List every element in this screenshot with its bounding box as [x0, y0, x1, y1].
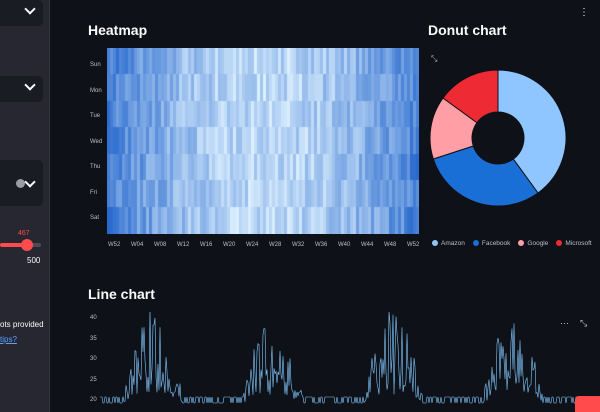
legend-marker [518, 240, 525, 246]
heatmap-y-label: Tue [90, 113, 101, 119]
legend-marker [432, 240, 438, 246]
slider-max: 500 [27, 256, 41, 265]
line-plot[interactable] [92, 312, 582, 412]
sidebar-note: ots provided [0, 320, 44, 329]
legend-label: Google [527, 240, 549, 247]
sidebar-select-2[interactable] [0, 76, 43, 102]
legend-item[interactable]: Microsoft [556, 240, 592, 247]
heatmap-x-label: W24 [246, 242, 259, 248]
heatmap-x-label: W32 [292, 242, 305, 248]
sidebar-multiselect[interactable] [0, 160, 43, 206]
legend-label: Facebook [481, 240, 511, 247]
clear-icon[interactable] [16, 179, 25, 188]
heatmap-x-label: W12 [177, 242, 190, 248]
heatmap-x-label: W04 [131, 242, 144, 248]
donut-legend: Amazon Facebook Google Microsoft [432, 240, 592, 247]
heatmap-x-label: W20 [223, 242, 236, 248]
slider-value: 467 [18, 230, 30, 237]
donut-plot[interactable] [426, 40, 576, 230]
heatmap-title: Heatmap [88, 22, 148, 38]
heatmap-x-label: W16 [200, 242, 213, 248]
heatmap-x-label: W52 [407, 242, 420, 248]
sidebar-link[interactable]: tips? [0, 335, 17, 344]
legend-item[interactable]: Facebook [472, 240, 511, 247]
slider-thumb[interactable] [21, 239, 33, 251]
legend-item[interactable]: Google [518, 240, 548, 247]
heatmap-y-label: Fri [90, 189, 97, 196]
sidebar-select-1[interactable] [0, 0, 43, 26]
donut-title: Donut chart [428, 22, 507, 38]
heatmap-x-label: W28 [269, 242, 282, 248]
heatmap-x-label: W48 [384, 242, 397, 248]
chevron-down-icon [24, 176, 36, 188]
heatmap-plot[interactable] [107, 48, 419, 234]
heatmap-x-label: W52 [108, 242, 121, 248]
heatmap-x-label: W08 [154, 242, 167, 248]
line-series[interactable] [100, 312, 581, 404]
heatmap-x-label: W36 [315, 242, 328, 248]
heatmap-y-label: Sat [90, 215, 100, 221]
heatmap-y-label: Mon [90, 87, 102, 94]
legend-item[interactable]: Amazon [432, 240, 465, 247]
legend-label: Microsoft [565, 240, 592, 247]
line-title: Line chart [88, 286, 155, 302]
heatmap-x-label: W40 [338, 242, 351, 248]
heatmap-y-label: Thu [90, 164, 101, 170]
streamlit-badge[interactable] [575, 396, 600, 412]
heatmap-x-label: W44 [361, 242, 374, 248]
heatmap-y-label: Wed [90, 138, 103, 145]
legend-marker [556, 240, 563, 246]
chevron-down-icon [24, 79, 36, 91]
chevron-down-icon [24, 3, 36, 15]
main-menu-icon[interactable]: ⋮ [579, 7, 589, 18]
heatmap-y-label: Sun [90, 62, 101, 68]
legend-label: Amazon [441, 240, 465, 247]
legend-marker [472, 240, 479, 246]
sidebar: 467 500 ots provided tips? [0, 0, 50, 412]
